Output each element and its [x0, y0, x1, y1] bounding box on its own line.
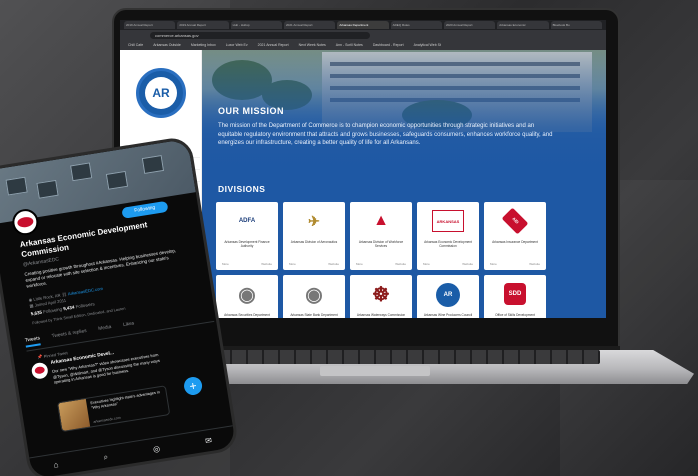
department-seal-logo[interactable]: AR: [136, 68, 186, 118]
division-card[interactable]: ☸ Arkansas Waterways Commission: [350, 275, 412, 318]
bookmarks-bar: Chill Cafe Arkansas Outside Marketing In…: [120, 41, 606, 50]
link-icon: ⛓: [61, 291, 68, 298]
search-icon[interactable]: ⌕: [103, 452, 109, 463]
website-button[interactable]: Website: [395, 262, 406, 266]
division-name: Arkansas Economic Development Commission: [424, 240, 472, 248]
division-card[interactable]: AID Arkansas Insurance Department More We…: [484, 202, 546, 270]
division-name: Arkansas Division of Workforce Services: [358, 240, 404, 248]
browser-tab[interactable]: 2020 Annual Report: [443, 21, 496, 29]
more-button[interactable]: More: [289, 262, 296, 266]
division-card[interactable]: ◉ Arkansas State Bank Department: [283, 275, 345, 318]
division-name: Arkansas Development Finance Authority: [224, 240, 270, 248]
address-bar: commerce.arkansas.gov: [120, 30, 606, 41]
division-card[interactable]: ▲ Arkansas Division of Workforce Service…: [350, 202, 412, 270]
laptop-trackpad: [320, 366, 430, 376]
website-button[interactable]: Website: [462, 262, 473, 266]
bookmark-item[interactable]: Dashboard - Report: [373, 42, 404, 49]
browser-tab[interactable]: 2019 Annual Report: [124, 21, 176, 29]
hero-banner: OUR MISSION The mission of the Departmen…: [202, 50, 606, 180]
followers-label: Followers: [75, 301, 96, 310]
browser-tab-active[interactable]: Arkansas Department: [337, 21, 389, 29]
location-icon: ◉: [28, 297, 33, 303]
tab-likes[interactable]: Likes: [123, 321, 135, 332]
mission-heading: OUR MISSION: [218, 106, 285, 116]
browser-tab-bar: 2019 Annual Report 2019 Annual Report Hu…: [120, 20, 606, 30]
followers-count[interactable]: 9,434: [63, 305, 75, 312]
division-card[interactable]: AR Arkansas Wine Producers Council: [417, 275, 479, 318]
division-card[interactable]: ◉ Arkansas Securities Department: [216, 275, 278, 318]
division-logo: ADFA: [238, 218, 256, 224]
aeronautics-wings-icon: ✈: [308, 212, 320, 229]
division-logo: SDD: [504, 283, 526, 305]
link-card-url: arkansasedc.com: [93, 415, 121, 424]
browser-tab[interactable]: 2019 Annual Report: [177, 21, 229, 29]
division-card[interactable]: SDD Office of Skills Development: [484, 275, 546, 318]
bookmark-item[interactable]: Next Week Notes: [299, 42, 326, 49]
browser-tab[interactable]: Arkansas Economic: [497, 21, 549, 29]
bookmark-item[interactable]: Luxor Web Ev: [226, 42, 248, 49]
website-button[interactable]: Website: [261, 262, 272, 266]
divisions-section: DIVISIONS ADFA Arkansas Development Fina…: [202, 180, 606, 318]
home-icon[interactable]: ⌂: [53, 460, 59, 470]
division-name: Arkansas Wine Producers Council: [423, 313, 473, 317]
waterways-wheel-icon: ☸: [372, 283, 390, 306]
divisions-heading: DIVISIONS: [218, 184, 266, 194]
laptop-keyboard: [200, 350, 600, 364]
securities-seal-icon: ◉: [238, 283, 256, 306]
tweet-avatar[interactable]: [30, 361, 49, 380]
division-name: Office of Skills Development: [495, 313, 535, 317]
messages-icon[interactable]: ✉: [205, 436, 213, 446]
bookmark-item[interactable]: Arkansas Outside: [153, 42, 181, 49]
more-button[interactable]: More: [490, 262, 497, 266]
division-logo: ARKANSAS: [432, 210, 464, 232]
website-button[interactable]: Website: [328, 262, 339, 266]
pin-icon: 📌: [37, 354, 43, 360]
more-button[interactable]: More: [222, 262, 229, 266]
link-card-title: Executives highlight state's advantages …: [90, 390, 161, 411]
following-label: Following: [42, 306, 63, 315]
division-name: Arkansas State Bank Department: [290, 313, 338, 317]
division-name: Arkansas Waterways Commission: [356, 313, 406, 317]
more-button[interactable]: More: [423, 262, 430, 266]
tab-tweets-replies[interactable]: Tweets & replies: [51, 329, 87, 343]
division-logo: AID: [501, 207, 529, 235]
bookmark-item[interactable]: Ann - Scrill Notes: [336, 42, 363, 49]
tab-media[interactable]: Media: [98, 325, 112, 336]
link-card-image: [58, 398, 91, 433]
bank-seal-icon: ◉: [305, 283, 323, 306]
more-button[interactable]: More: [356, 262, 363, 266]
workforce-logo-icon: ▲: [373, 212, 389, 229]
bookmark-item[interactable]: Chill Cafe: [128, 42, 143, 49]
profile-website-link[interactable]: ArkansasEDC.com: [67, 286, 103, 296]
tweet-link-card[interactable]: Executives highlight state's advantages …: [56, 385, 171, 433]
following-button[interactable]: Following: [121, 200, 169, 219]
division-card[interactable]: ✈ Arkansas Division of Aeronautics More W…: [283, 202, 345, 270]
following-count[interactable]: 5,635: [30, 310, 42, 317]
tab-tweets[interactable]: Tweets: [24, 336, 42, 348]
division-logo: AR: [436, 283, 460, 307]
browser-tab[interactable]: 2021 Annual Report: [283, 21, 336, 29]
browser-tab[interactable]: ADEQ Rules: [390, 21, 442, 29]
division-card[interactable]: ADFA Arkansas Development Finance Author…: [216, 202, 278, 270]
division-card[interactable]: ARKANSAS Arkansas Economic Development C…: [417, 202, 479, 270]
calendar-icon: ▦: [29, 302, 34, 309]
bookmark-item[interactable]: Marketing Inbox: [191, 42, 216, 49]
notifications-icon[interactable]: ◎: [152, 444, 160, 454]
url-input[interactable]: commerce.arkansas.gov: [150, 32, 370, 39]
seal-letters: AR: [145, 77, 177, 109]
website-button[interactable]: Website: [529, 262, 540, 266]
browser-tab[interactable]: Hub - Hubsp: [230, 21, 282, 29]
bookmark-item[interactable]: Analytical Web St: [414, 42, 441, 49]
division-name: Arkansas Division of Aeronautics: [290, 240, 338, 244]
mission-text: The mission of the Department of Commerc…: [218, 123, 553, 146]
division-name: Arkansas Securities Department: [224, 313, 270, 317]
browser-tab[interactable]: Bluebook Bu: [550, 21, 602, 29]
division-cards: ADFA Arkansas Development Finance Author…: [216, 202, 596, 318]
bookmark-item[interactable]: 2021 Annual Report: [258, 42, 289, 49]
division-name: Arkansas Insurance Department: [492, 240, 538, 244]
